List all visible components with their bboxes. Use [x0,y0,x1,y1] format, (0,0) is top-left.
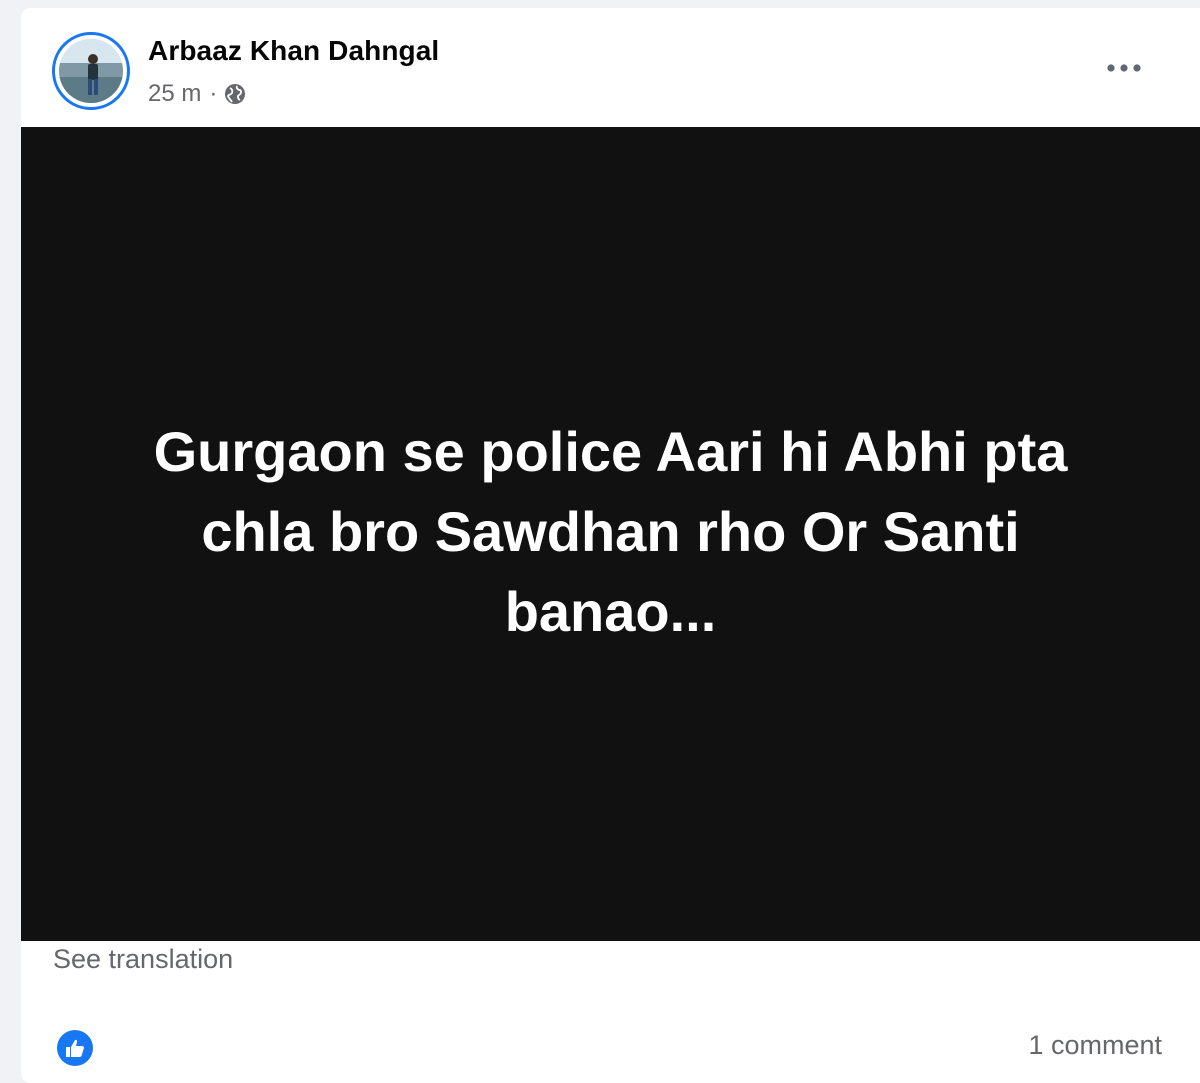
see-translation-link[interactable]: See translation [53,944,233,975]
author-avatar[interactable] [52,32,130,110]
post-image-text: Gurgaon se police Aari hi Abhi pta chla … [153,420,1068,643]
avatar-image [59,39,123,103]
more-options-icon [1107,64,1141,72]
post-text-image[interactable]: Gurgaon se police Aari hi Abhi pta chla … [21,127,1200,941]
comment-count-link[interactable]: 1 comment [1028,1030,1162,1061]
post-meta: 25 m · [148,78,247,110]
globe-icon[interactable] [223,82,247,106]
author-name[interactable]: Arbaaz Khan Dahngal [148,35,439,67]
more-options-button[interactable] [1096,48,1152,88]
post-header: Arbaaz Khan Dahngal 25 m · [21,8,1200,127]
post-time[interactable]: 25 m [148,80,201,108]
meta-separator: · [209,80,218,107]
post-card: Arbaaz Khan Dahngal 25 m · Gurgaon se po… [21,8,1200,1083]
like-icon[interactable] [57,1030,93,1066]
